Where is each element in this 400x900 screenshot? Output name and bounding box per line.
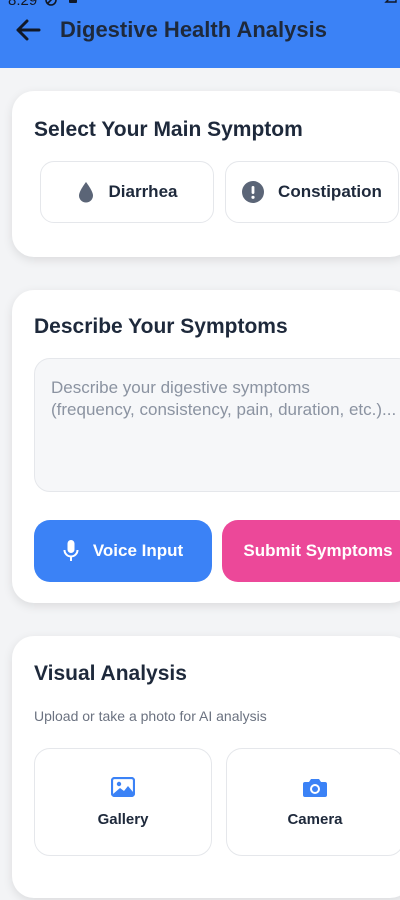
camera-button[interactable]: Camera	[226, 748, 400, 856]
sim-card-icon	[69, 0, 77, 3]
alert-circle-icon	[242, 181, 265, 203]
submit-symptoms-button[interactable]: Submit Symptoms	[222, 520, 400, 582]
back-button[interactable]	[12, 16, 44, 44]
main-symptom-card: Select Your Main Symptom Diarrhea Consti…	[12, 91, 400, 257]
camera-icon	[303, 778, 327, 797]
gallery-label: Gallery	[97, 810, 149, 828]
voice-input-button[interactable]: Voice Input	[34, 520, 212, 582]
symptom-option-label: Constipation	[278, 182, 382, 201]
app-screen: 8:29 Digestive Health Analysis Select Yo…	[0, 0, 400, 900]
describe-symptoms-card: Describe Your Symptoms Voice Input Submi…	[12, 290, 400, 603]
app-header: 8:29 Digestive Health Analysis	[0, 0, 400, 68]
describe-symptoms-title: Describe Your Symptoms	[34, 315, 288, 338]
signal-battery-icon	[384, 0, 397, 3]
visual-analysis-subtitle: Upload or take a photo for AI analysis	[34, 708, 267, 724]
droplet-icon	[78, 182, 93, 203]
microphone-icon	[63, 540, 79, 561]
gallery-button[interactable]: Gallery	[34, 748, 212, 856]
camera-label: Camera	[287, 810, 343, 828]
image-icon	[111, 776, 135, 797]
submit-symptoms-label: Submit Symptoms	[243, 541, 393, 560]
symptom-option-constipation[interactable]: Constipation	[225, 161, 399, 223]
arrow-left-icon	[16, 19, 41, 41]
visual-analysis-card: Visual Analysis Upload or take a photo f…	[12, 636, 400, 898]
symptom-option-label: Diarrhea	[108, 182, 178, 201]
do-not-disturb-icon	[45, 0, 57, 6]
voice-input-label: Voice Input	[92, 541, 184, 560]
symptom-description-input[interactable]	[34, 358, 400, 492]
status-time: 8:29	[8, 0, 38, 9]
main-symptom-title: Select Your Main Symptom	[34, 118, 303, 141]
symptom-option-diarrhea[interactable]: Diarrhea	[40, 161, 214, 223]
page-title: Digestive Health Analysis	[60, 17, 327, 42]
visual-analysis-title: Visual Analysis	[34, 662, 187, 685]
status-bar: 8:29	[0, 0, 400, 10]
